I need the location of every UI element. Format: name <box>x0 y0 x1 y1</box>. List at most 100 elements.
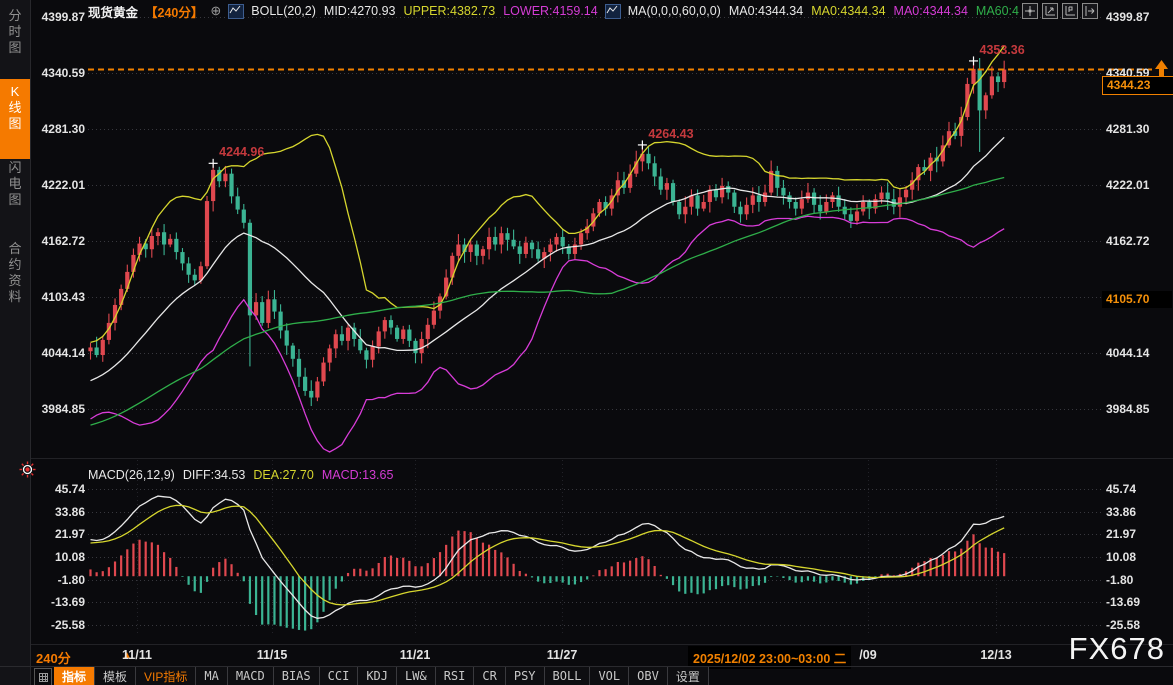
time-axis-label: /09 <box>859 648 876 662</box>
time-axis-label: 11/27 <box>547 648 578 662</box>
macd-header: MACD(26,12,9) DIFF:34.53 DEA:27.70 MACD:13.… <box>88 468 393 482</box>
swing-high-label: 4244.96 <box>219 145 264 159</box>
macd-axis-label: 45.74 <box>1106 482 1136 496</box>
macd-axis-label: -13.69 <box>30 595 85 609</box>
gridlines <box>30 18 1173 645</box>
macd-axis-label: -1.80 <box>30 573 85 587</box>
period-tag: 【240分】 <box>145 3 203 19</box>
toolbar-button-cr[interactable]: CR <box>474 667 505 685</box>
header-ma0-a: MA0:4344.34 <box>729 4 803 18</box>
footer-period-selector[interactable]: 240分 <box>36 648 71 667</box>
overlay-lines <box>91 46 1005 452</box>
toolbar-button-macd[interactable]: MACD <box>228 667 274 685</box>
macd-axis-label: 45.74 <box>30 482 85 496</box>
price-axis-label: 3984.85 <box>1106 402 1149 416</box>
toolbar-button-lwr[interactable]: LW& <box>397 667 436 685</box>
macd-axis-label: -25.58 <box>30 618 85 632</box>
macd-axis-label: -25.58 <box>1106 618 1140 632</box>
macd-axis-label: 33.86 <box>1106 505 1136 519</box>
pan-right-icon[interactable] <box>1082 3 1098 19</box>
time-axis-label: 11/15 <box>257 648 288 662</box>
header-boll-upper: UPPER:4382.73 <box>403 4 495 18</box>
time-axis-label: 11/21 <box>400 648 431 662</box>
current-price-box: 4344.23 <box>1102 76 1173 95</box>
indicator-toolbar: 指标模板VIP指标MAMACDBIASCCIKDJLW&RSICRPSYBOLL… <box>30 667 709 685</box>
macd-diff-line <box>91 496 1005 618</box>
toolbar-button-bias[interactable]: BIAS <box>274 667 320 685</box>
header-boll-lower: LOWER:4159.14 <box>503 4 598 18</box>
price-axis-label: 4340.59 <box>30 66 85 80</box>
macdhdr-macd-name: MACD(26,12,9) <box>88 468 175 482</box>
boll-mid-line <box>91 137 1005 380</box>
toolbar-button-obv[interactable]: OBV <box>629 667 668 685</box>
header-boll-name: BOLL(20,2) <box>251 4 316 18</box>
price-macd-chart <box>0 0 1173 685</box>
toolbar-button-indicator[interactable]: 指标 <box>54 667 95 685</box>
crosshair-icon[interactable] <box>1022 3 1038 19</box>
swing-high-label: 4353.36 <box>980 43 1025 57</box>
secondary-price-box: 4105.70 <box>1102 291 1172 308</box>
ma-toggle-icon[interactable] <box>605 4 621 19</box>
macd-axis-label: 33.86 <box>30 505 85 519</box>
macdhdr-macd-dea: DEA:27.70 <box>253 468 313 482</box>
swing-high-marker <box>969 56 978 65</box>
fx678-watermark: FX678 <box>1069 631 1165 667</box>
left-sidebar: 分时图K线图闪电图合约资料 <box>0 0 31 685</box>
ma60-line <box>91 178 1005 426</box>
macd-axis-label: 21.97 <box>30 527 85 541</box>
swing-high-label: 4264.43 <box>648 127 693 141</box>
zoom-out-axis-icon[interactable] <box>1062 3 1078 19</box>
toolbar-button-kdj[interactable]: KDJ <box>358 667 397 685</box>
ma-values: MA(0,0,0,60,0,0) MA0:4344.34 MA0:4344.34 MA… <box>628 4 1019 18</box>
toolbar-button-template[interactable]: 模板 <box>95 667 136 685</box>
toolbar-button-vip-indicator[interactable]: VIP指标 <box>136 667 196 685</box>
sidebar-tab-contract-info[interactable]: 合约资料 <box>0 236 30 336</box>
macd-dea-line <box>91 505 1005 605</box>
macd-axis-label: 21.97 <box>1106 527 1136 541</box>
toolbar-button-settings[interactable]: 设置 <box>668 667 709 685</box>
price-axis-label: 4103.43 <box>30 290 85 304</box>
swing-high-marker <box>638 140 647 149</box>
macd-axis-label: 10.08 <box>1106 550 1136 564</box>
zoom-in-axis-icon[interactable] <box>1042 3 1058 19</box>
toolbar-button-boll[interactable]: BOLL <box>545 667 591 685</box>
price-axis-label: 4162.72 <box>30 234 85 248</box>
macd-axis-label: -1.80 <box>1106 573 1133 587</box>
price-axis-label: 4399.87 <box>30 10 85 24</box>
price-axis-label: 4281.30 <box>30 122 85 136</box>
add-indicator-icon[interactable]: ⊕ <box>210 3 221 19</box>
time-axis-label: 12/13 <box>980 648 1011 662</box>
toolbar-button-cci[interactable]: CCI <box>320 667 359 685</box>
macd-axis-label: -13.69 <box>1106 595 1140 609</box>
price-axis-label: 4162.72 <box>1106 234 1149 248</box>
header-ma-name: MA(0,0,0,60,0,0) <box>628 4 721 18</box>
price-axis-label: 4399.87 <box>1106 10 1149 24</box>
chart-header: 现货黄金 【240分】 ⊕ BOLL(20,2) MID:4270.93 UPPER… <box>88 3 1019 19</box>
header-ma0-c: MA0:4344.34 <box>894 4 968 18</box>
instrument-title: 现货黄金 <box>88 3 138 19</box>
sidebar-tab-flash-chart[interactable]: 闪电图 <box>0 155 30 235</box>
swing-high-marker <box>209 159 218 168</box>
toolbar-button-ma[interactable]: MA <box>196 667 227 685</box>
price-axis-label: 4044.14 <box>30 346 85 360</box>
boll-toggle-icon[interactable] <box>228 4 244 19</box>
toolbar-button-rsi[interactable]: RSI <box>436 667 475 685</box>
trading-app-window: 分时图K线图闪电图合约资料 现货黄金 【240分】 ⊕ BOLL(20,2) MI… <box>0 0 1173 685</box>
sidebar-tab-time-chart[interactable]: 分时图 <box>0 3 30 83</box>
macd-axis-label: 10.08 <box>30 550 85 564</box>
live-quote-icon <box>19 461 36 483</box>
header-ma0-b: MA0:4344.34 <box>811 4 885 18</box>
toolbar-button-psy[interactable]: PSY <box>506 667 545 685</box>
price-axis-label: 4044.14 <box>1106 346 1149 360</box>
header-boll-mid: MID:4270.93 <box>324 4 396 18</box>
price-axis-label: 4222.01 <box>30 178 85 192</box>
boll-lower-line <box>91 216 1005 452</box>
macdhdr-macd-diff: DIFF:34.53 <box>183 468 246 482</box>
macdhdr-macd-macd: MACD:13.65 <box>322 468 394 482</box>
header-ma60: MA60:4 <box>976 4 1019 18</box>
toolbar-button-vol[interactable]: VOL <box>590 667 629 685</box>
time-axis-row: 240分 ▲ 2025/12/02 23:00~03:00 二 11/1111/… <box>30 645 1173 667</box>
price-axis-label: 3984.85 <box>30 402 85 416</box>
sidebar-tab-kline-chart[interactable]: K线图 <box>0 79 30 159</box>
toolbar-grid-icon[interactable] <box>34 668 52 685</box>
